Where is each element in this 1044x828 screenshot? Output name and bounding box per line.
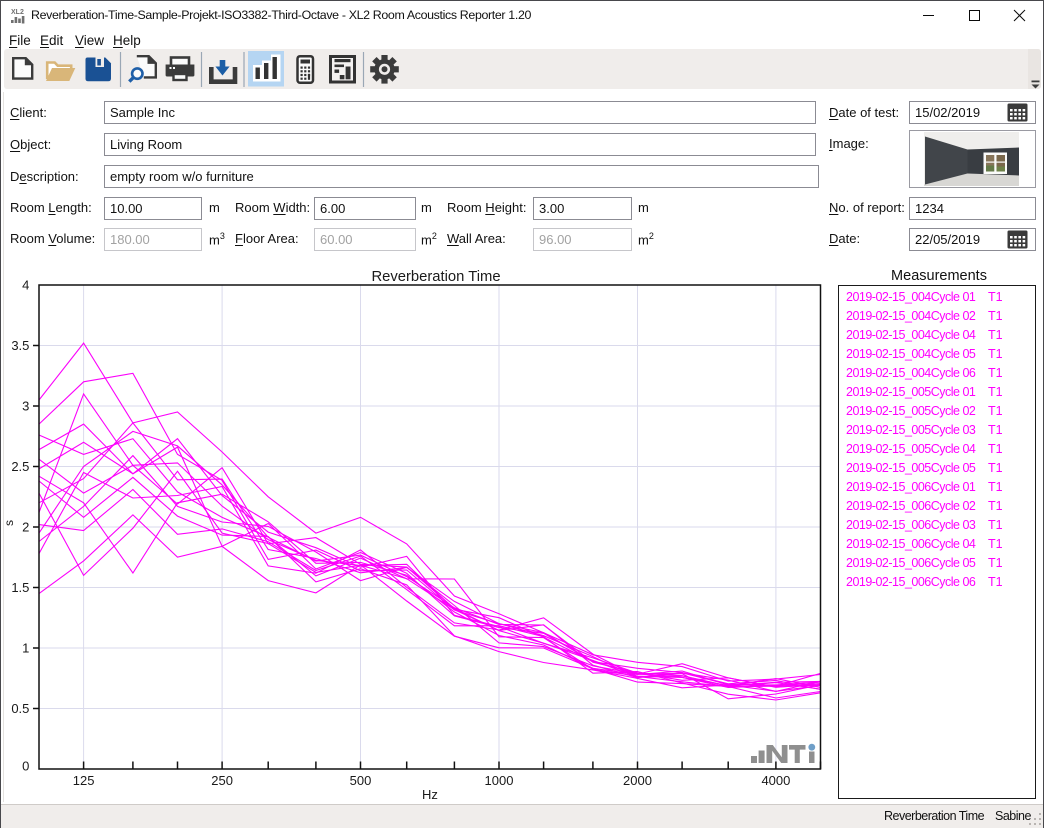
- svg-text:0.5: 0.5: [11, 701, 33, 716]
- svg-text:3.5: 3.5: [11, 338, 33, 353]
- svg-text:3: 3: [22, 399, 33, 414]
- svg-text:500: 500: [350, 773, 372, 788]
- svg-text:125: 125: [73, 773, 95, 788]
- svg-text:4000: 4000: [761, 773, 790, 788]
- svg-text:s: s: [2, 520, 16, 526]
- svg-text:2: 2: [22, 520, 33, 535]
- svg-text:Hz: Hz: [422, 787, 438, 802]
- svg-text:XL2: XL2: [11, 9, 24, 16]
- svg-text:1.5: 1.5: [11, 580, 33, 595]
- svg-text:2000: 2000: [623, 773, 652, 788]
- svg-text:0: 0: [22, 759, 33, 774]
- svg-text:1000: 1000: [485, 773, 514, 788]
- svg-text:Reverberation Time: Reverberation Time: [371, 269, 500, 285]
- svg-text:2.5: 2.5: [11, 459, 33, 474]
- svg-text:250: 250: [211, 773, 233, 788]
- svg-text:4: 4: [22, 278, 33, 293]
- svg-text:1: 1: [22, 641, 33, 656]
